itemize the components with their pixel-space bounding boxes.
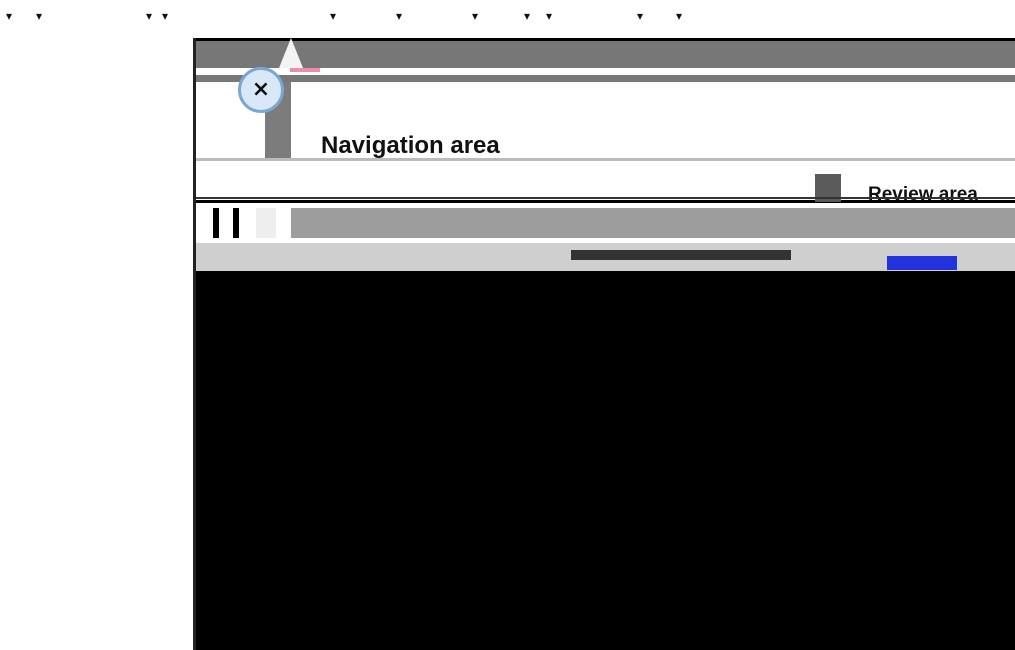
tick-mark: ▾	[36, 9, 43, 23]
tick-mark: ▾	[637, 9, 644, 23]
tick-mark: ▾	[396, 9, 403, 23]
tick-mark: ▾	[146, 9, 153, 23]
divider-line	[196, 158, 1015, 161]
tick-mark: ▾	[330, 9, 337, 23]
close-icon: ×	[251, 77, 271, 102]
tick-mark: ▾	[676, 9, 683, 23]
toolbar-item[interactable]	[256, 208, 276, 238]
close-button[interactable]: ×	[238, 67, 284, 113]
divider-line-dark	[196, 197, 1015, 199]
app-window: × Navigation area Review area	[193, 38, 1015, 650]
content-panel	[196, 82, 1015, 200]
top-tick-row: ▾ ▾ ▾ ▾ ▾ ▾ ▾ ▾ ▾ ▾ ▾	[0, 0, 1015, 30]
navigation-area-heading: Navigation area	[321, 132, 500, 159]
toolbar-item[interactable]	[233, 208, 239, 238]
toolbar-item[interactable]	[213, 208, 219, 238]
pointer-triangle	[279, 38, 303, 68]
toolbar-field[interactable]	[291, 208, 1015, 238]
status-highlight[interactable]	[887, 256, 957, 270]
accent-stripe	[290, 68, 320, 72]
tick-mark: ▾	[546, 9, 553, 23]
tick-mark: ▾	[6, 9, 13, 23]
tick-mark: ▾	[162, 9, 169, 23]
status-segment	[571, 250, 791, 260]
tick-mark: ▾	[524, 9, 531, 23]
tick-mark: ▾	[472, 9, 479, 23]
